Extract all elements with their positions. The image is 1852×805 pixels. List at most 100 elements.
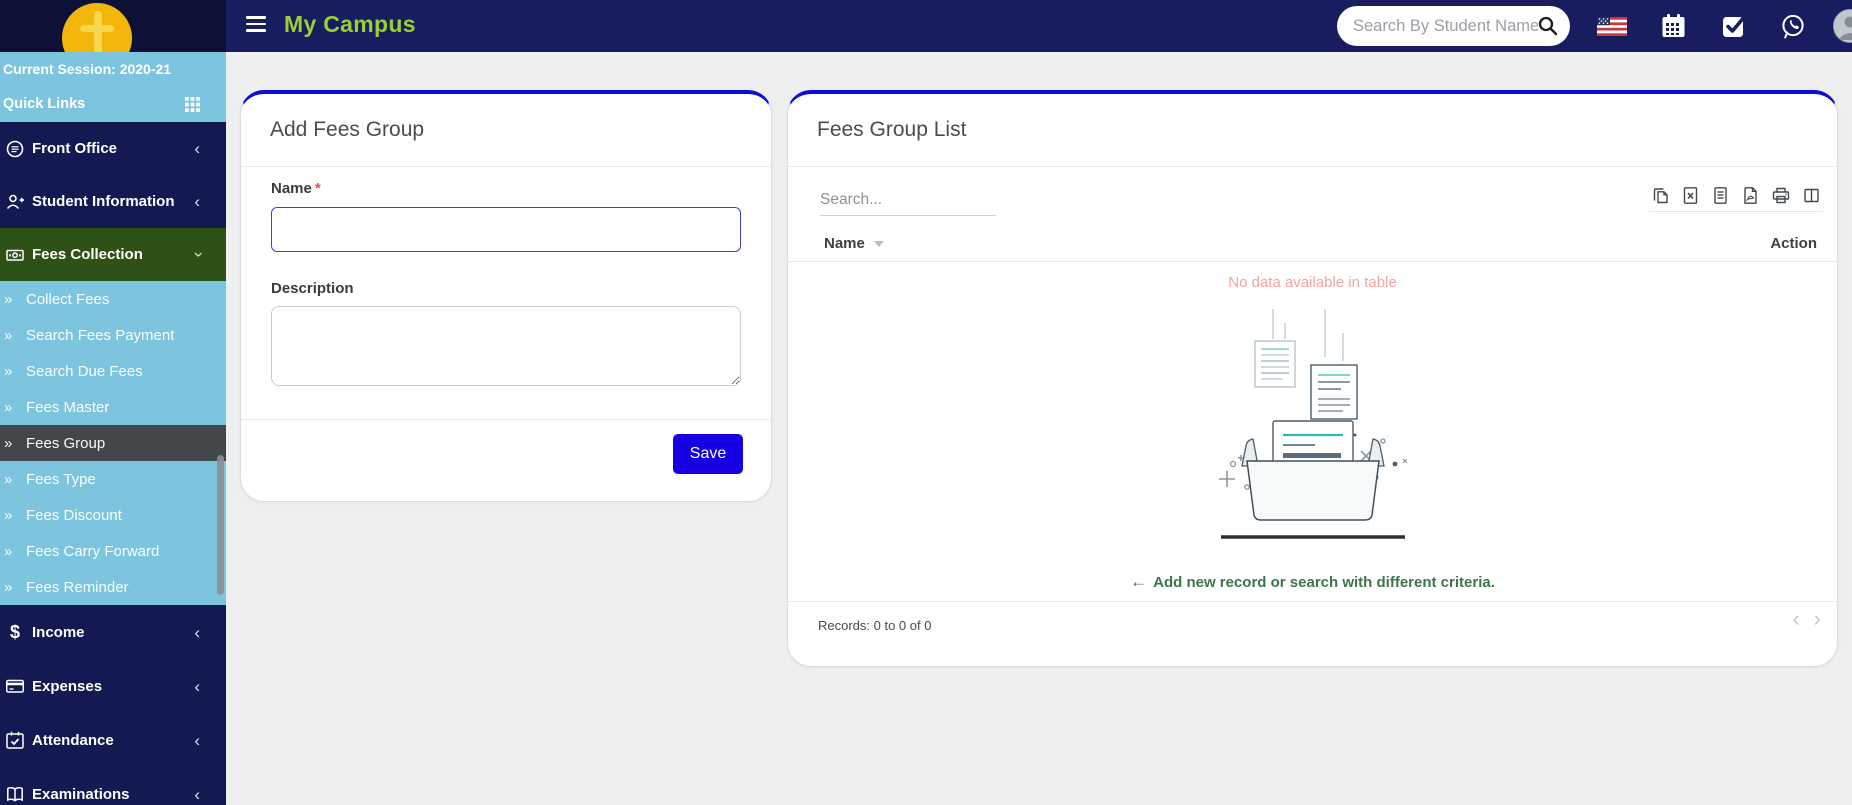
records-count: Records: 0 to 0 of 0: [818, 618, 932, 633]
sidebar-subitem-label: Collect Fees: [26, 290, 110, 308]
double-chevron-icon: »: [4, 362, 13, 380]
current-session-label: Current Session: 2020-21: [3, 61, 172, 77]
sidebar-subitem-label: Fees Carry Forward: [26, 542, 160, 560]
sidebar-item-label: Fees Collection: [32, 246, 143, 263]
sidebar-item-label: Attendance: [32, 731, 114, 749]
chevron-left-icon: ‹: [194, 676, 200, 696]
sidebar-subitem-label: Fees Group: [26, 434, 106, 452]
sidebar-item-front-office[interactable]: Front Office ‹: [0, 122, 226, 175]
calendar-icon[interactable]: [1662, 0, 1685, 52]
whatsapp-icon[interactable]: [1780, 0, 1806, 52]
sidebar-item-search-due-fees[interactable]: » Search Due Fees: [0, 353, 226, 389]
column-header-action: Action: [1770, 235, 1817, 252]
sort-caret-icon: [873, 240, 884, 247]
chevron-left-icon: ‹: [194, 730, 200, 750]
student-search-box[interactable]: [1337, 6, 1570, 46]
sidebar-logo-zone: [0, 0, 226, 52]
columns-icon[interactable]: [1802, 186, 1821, 205]
page-prev-button[interactable]: ‹: [1792, 608, 1799, 630]
double-chevron-icon: »: [4, 290, 13, 308]
chevron-left-icon: ‹: [194, 622, 200, 642]
sidebar-item-fees-carry-forward[interactable]: » Fees Carry Forward: [0, 533, 226, 569]
sidebar-subitem-label: Fees Reminder: [26, 578, 129, 596]
grid-icon[interactable]: [185, 96, 200, 112]
sidebar-item-label: Expenses: [32, 677, 103, 695]
front-office-icon: [5, 140, 25, 158]
save-button[interactable]: Save: [673, 434, 743, 474]
table-search-input[interactable]: [820, 184, 996, 216]
description-field[interactable]: [271, 306, 741, 386]
sidebar-item-income[interactable]: $ Income ‹: [0, 605, 226, 659]
student-search-input[interactable]: [1353, 16, 1538, 36]
quick-links[interactable]: Quick Links: [0, 86, 226, 122]
card-title: Fees Group List: [817, 118, 967, 141]
sidebar-item-fees-master[interactable]: » Fees Master: [0, 389, 226, 425]
page-next-button[interactable]: ›: [1814, 608, 1821, 630]
pagination: ‹ ›: [1792, 608, 1821, 630]
examinations-icon: [5, 785, 25, 803]
double-chevron-icon: »: [4, 434, 13, 452]
double-chevron-icon: »: [4, 542, 13, 560]
print-icon[interactable]: [1771, 186, 1791, 205]
chevron-left-icon: ‹: [194, 784, 200, 804]
app-logo: [62, 3, 132, 52]
sidebar-item-collect-fees[interactable]: » Collect Fees: [0, 281, 226, 317]
sidebar-item-student-information[interactable]: Student Information ‹: [0, 175, 226, 228]
sidebar-subitem-label: Search Due Fees: [26, 362, 143, 380]
sidebar-item-search-fees-payment[interactable]: » Search Fees Payment: [0, 317, 226, 353]
double-chevron-icon: »: [4, 326, 13, 344]
empty-table-message: No data available in table: [1228, 274, 1397, 291]
sidebar-item-fees-type[interactable]: » Fees Type: [0, 461, 226, 497]
table-header-row: Name Action: [788, 226, 1837, 262]
sidebar-item-attendance[interactable]: Attendance ‹: [0, 713, 226, 767]
sidebar-item-fees-discount[interactable]: » Fees Discount: [0, 497, 226, 533]
required-asterisk: *: [314, 180, 321, 197]
sidebar-item-label: Front Office: [32, 140, 117, 157]
sidebar-subitem-label: Fees Type: [26, 470, 96, 488]
chevron-left-icon: ‹: [194, 139, 200, 158]
us-flag-icon[interactable]: [1597, 0, 1627, 52]
sidebar-item-label: Student Information: [32, 193, 175, 210]
fees-collection-submenu: » Collect Fees » Search Fees Payment » Sear…: [0, 281, 226, 605]
student-information-icon: [5, 193, 25, 211]
empty-table-hint: ← Add new record or search with different…: [1130, 572, 1495, 591]
quick-links-label: Quick Links: [3, 96, 86, 112]
income-icon: $: [9, 622, 20, 642]
expenses-icon: [5, 677, 25, 695]
column-header-name[interactable]: Name: [824, 235, 884, 252]
sidebar-item-fees-group[interactable]: » Fees Group: [0, 425, 226, 461]
empty-state-illustration: [1213, 309, 1413, 549]
avatar[interactable]: [1833, 9, 1852, 43]
sidebar-item-label: Income: [32, 623, 85, 641]
sidebar-item-fees-reminder[interactable]: » Fees Reminder: [0, 569, 226, 605]
description-label: Description: [271, 280, 354, 297]
sidebar-item-expenses[interactable]: Expenses ‹: [0, 659, 226, 713]
sidebar-item-label: Examinations: [32, 785, 130, 803]
copy-icon[interactable]: [1651, 186, 1670, 205]
double-chevron-icon: »: [4, 578, 13, 596]
card-title: Add Fees Group: [270, 118, 425, 141]
pdf-icon[interactable]: [1741, 186, 1760, 205]
hamburger-icon[interactable]: [246, 16, 266, 36]
excel-icon[interactable]: [1681, 186, 1700, 205]
sidebar-subitem-label: Search Fees Payment: [26, 326, 175, 344]
file-text-icon[interactable]: [1711, 186, 1730, 205]
sidebar-scrollbar-thumb[interactable]: [217, 455, 224, 595]
left-arrow-icon: ←: [1130, 572, 1148, 591]
export-toolbar: [1649, 186, 1823, 212]
name-field[interactable]: [271, 207, 741, 252]
double-chevron-icon: »: [4, 506, 13, 524]
search-icon[interactable]: [1538, 16, 1558, 36]
sidebar-subitem-label: Fees Discount: [26, 506, 122, 524]
double-chevron-icon: »: [4, 398, 13, 416]
add-fees-group-card: Add Fees Group Name * Description Save: [240, 90, 772, 502]
sidebar-item-examinations[interactable]: Examinations ‹: [0, 767, 226, 805]
chevron-left-icon: ‹: [194, 192, 200, 211]
double-chevron-icon: »: [4, 470, 13, 488]
fees-collection-icon: [5, 246, 25, 264]
tasks-icon[interactable]: [1722, 0, 1746, 52]
sidebar-item-fees-collection[interactable]: Fees Collection ‹: [0, 228, 226, 281]
sidebar-subitem-label: Fees Master: [26, 398, 110, 416]
app-title: My Campus: [284, 11, 416, 37]
top-navbar: My Campus: [0, 0, 1852, 52]
